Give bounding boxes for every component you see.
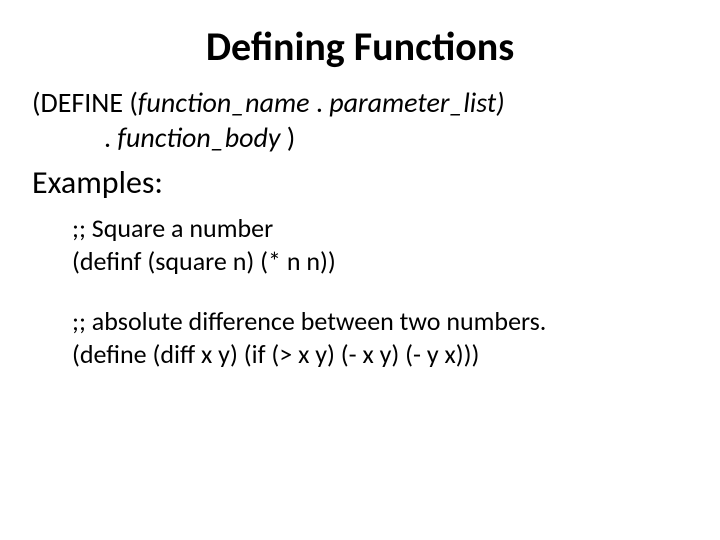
syntax-dot-1: . [309, 85, 329, 120]
syntax-function-name: function_name [138, 85, 310, 120]
slide: Defining Functions (DEFINE (function_nam… [0, 0, 720, 540]
syntax-function-body: function_body [117, 120, 280, 155]
example-diff-comment: ;; absolute difference between two numbe… [72, 305, 688, 338]
example-square: ;; Square a number (definf (square n) (*… [72, 212, 688, 277]
define-syntax: (DEFINE (function_name . parameter_list)… [32, 85, 688, 155]
examples-heading: Examples: [32, 163, 688, 202]
syntax-close: ) [280, 120, 295, 155]
example-square-comment: ;; Square a number [72, 212, 688, 245]
page-title: Defining Functions [32, 22, 688, 71]
example-square-code: (definf (square n) (* n n)) [72, 245, 688, 278]
syntax-prefix: (DEFINE ( [32, 85, 138, 120]
example-diff-code: (define (diff x y) (if (> x y) (- x y) (… [72, 338, 688, 371]
syntax-dot-2: . [104, 120, 117, 155]
syntax-line-2: . function_body ) [32, 120, 688, 155]
syntax-line-1: (DEFINE (function_name . parameter_list) [32, 85, 688, 120]
example-diff: ;; absolute difference between two numbe… [72, 305, 688, 370]
syntax-parameter-list: parameter_list) [329, 85, 504, 120]
